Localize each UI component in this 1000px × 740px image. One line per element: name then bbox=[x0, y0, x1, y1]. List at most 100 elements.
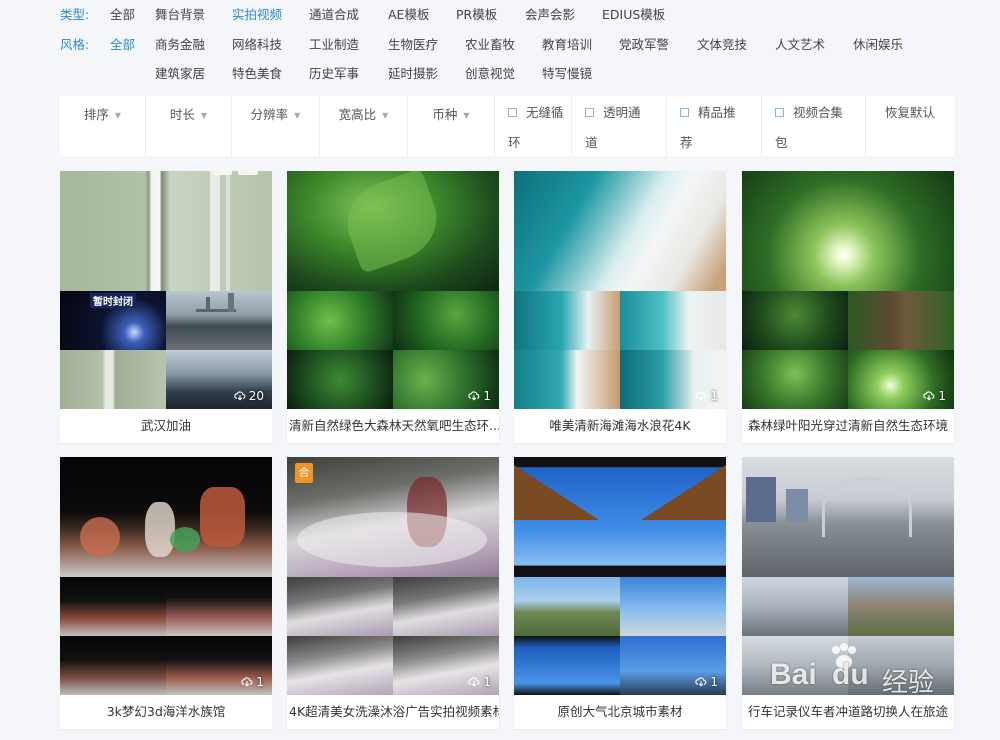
video-pack-label-1: 视频合集 bbox=[793, 105, 844, 120]
type-option-ae[interactable]: AE模板 bbox=[388, 5, 429, 25]
video-thumbnail[interactable]: 合 1 bbox=[287, 457, 499, 695]
video-title[interactable]: 清新自然绿色大森林天然氧吧生态环... bbox=[287, 409, 499, 443]
download-count-value: 20 bbox=[248, 389, 264, 403]
thumbnail-frame bbox=[166, 577, 272, 636]
thumbnail-frame bbox=[514, 577, 620, 636]
type-option-pr[interactable]: PR模板 bbox=[456, 5, 497, 25]
thumbnail-frame bbox=[287, 636, 393, 695]
featured-checkbox[interactable]: 精品推 荐 bbox=[667, 96, 762, 156]
thumbnail-frame bbox=[742, 577, 848, 636]
style-option-agri[interactable]: 农业畜牧 bbox=[465, 35, 515, 55]
download-count-value: 1 bbox=[710, 675, 718, 689]
video-thumbnail[interactable]: 1 bbox=[514, 171, 726, 409]
video-thumbnail[interactable]: 暂时封闭 20 bbox=[60, 171, 272, 409]
resolution-dropdown-label: 分辨率 bbox=[250, 107, 289, 122]
download-count: 1 bbox=[241, 675, 264, 689]
seamless-loop-checkbox[interactable]: 无缝循 环 bbox=[495, 96, 572, 156]
video-pack-checkbox[interactable]: 视频合集 包 bbox=[762, 96, 866, 156]
type-option-huisheng[interactable]: 会声会影 bbox=[525, 5, 575, 25]
reset-default-button[interactable]: 恢复默认 bbox=[866, 96, 954, 156]
video-thumbnail[interactable]: 1 bbox=[514, 457, 726, 695]
video-card[interactable]: 1 原创大气北京城市素材 bbox=[514, 457, 726, 729]
thumbnail-frame bbox=[848, 577, 954, 636]
checkbox-box[interactable] bbox=[680, 108, 689, 117]
style-option-leisure[interactable]: 休闲娱乐 bbox=[853, 35, 903, 55]
alpha-channel-label-2: 道 bbox=[585, 135, 598, 150]
video-thumbnail[interactable]: 1 bbox=[742, 171, 954, 409]
style-option-bio[interactable]: 生物医疗 bbox=[388, 35, 438, 55]
resolution-dropdown[interactable]: 分辨率 ▼ bbox=[232, 96, 320, 156]
type-option-edius[interactable]: EDIUS模板 bbox=[602, 5, 665, 25]
video-title[interactable]: 森林绿叶阳光穿过清新自然生态环境 bbox=[742, 409, 954, 443]
video-thumbnail[interactable]: 1 bbox=[287, 171, 499, 409]
checkbox-box[interactable] bbox=[508, 108, 517, 117]
style-option-tech[interactable]: 网络科技 bbox=[232, 35, 282, 55]
video-card[interactable]: 1 清新自然绿色大森林天然氧吧生态环... bbox=[287, 171, 499, 443]
video-card[interactable]: 合 1 4K超清美女洗澡沐浴广告实拍视频素材 bbox=[287, 457, 499, 729]
thumbnail-frame bbox=[848, 636, 954, 695]
video-title[interactable]: 原创大气北京城市素材 bbox=[514, 695, 726, 729]
style-option-industry[interactable]: 工业制造 bbox=[309, 35, 359, 55]
download-count: 1 bbox=[923, 389, 946, 403]
thumbnail-frame bbox=[60, 577, 166, 636]
featured-label-2: 荐 bbox=[680, 135, 693, 150]
style-option-sports[interactable]: 文体竞技 bbox=[697, 35, 747, 55]
aspect-ratio-dropdown[interactable]: 宽高比 ▼ bbox=[320, 96, 408, 156]
thumbnail-frame bbox=[393, 291, 499, 350]
style-option-history[interactable]: 历史军事 bbox=[309, 64, 359, 84]
video-title[interactable]: 4K超清美女洗澡沐浴广告实拍视频素材 bbox=[287, 695, 499, 729]
checkbox-box[interactable] bbox=[775, 108, 784, 117]
currency-dropdown-label: 币种 bbox=[432, 107, 458, 122]
style-option-architecture[interactable]: 建筑家居 bbox=[155, 64, 205, 84]
thumbnail-frame bbox=[393, 577, 499, 636]
thumbnail-frame bbox=[742, 350, 848, 409]
download-count: 20 bbox=[234, 389, 264, 403]
thumbnail-frame: 暂时封闭 bbox=[60, 291, 166, 350]
currency-dropdown[interactable]: 币种 ▼ bbox=[408, 96, 495, 156]
style-option-gov[interactable]: 党政军警 bbox=[619, 35, 669, 55]
style-option-all[interactable]: 全部 bbox=[110, 35, 135, 55]
sort-dropdown-label: 排序 bbox=[83, 107, 109, 122]
video-thumbnail[interactable] bbox=[742, 457, 954, 695]
video-card[interactable]: 暂时封闭 20 武汉加油 bbox=[60, 171, 272, 443]
type-option-live-video[interactable]: 实拍视频 bbox=[232, 5, 282, 25]
type-option-all[interactable]: 全部 bbox=[110, 5, 135, 25]
type-option-stage[interactable]: 舞台背景 bbox=[155, 5, 205, 25]
video-card[interactable]: 1 3k梦幻3d海洋水族馆 bbox=[60, 457, 272, 729]
video-card[interactable]: 1 唯美清新海滩海水浪花4K bbox=[514, 171, 726, 443]
video-thumbnail[interactable]: 1 bbox=[60, 457, 272, 695]
thumbnail-frame bbox=[287, 291, 393, 350]
alpha-channel-checkbox[interactable]: 透明通 道 bbox=[572, 96, 667, 156]
thumbnail-frame bbox=[620, 577, 726, 636]
style-option-art[interactable]: 人文艺术 bbox=[775, 35, 825, 55]
download-count: 1 bbox=[695, 389, 718, 403]
download-count-value: 1 bbox=[256, 675, 264, 689]
checkbox-box[interactable] bbox=[585, 108, 594, 117]
style-option-edu[interactable]: 教育培训 bbox=[542, 35, 592, 55]
featured-label-1: 精品推 bbox=[698, 105, 736, 120]
style-filter-row: 风格: 全部 商务金融 网络科技 工业制造 生物医疗 农业畜牧 教育培训 党政军… bbox=[0, 35, 1000, 55]
cloud-download-icon bbox=[468, 391, 480, 401]
style-option-food[interactable]: 特色美食 bbox=[232, 64, 282, 84]
video-title[interactable]: 3k梦幻3d海洋水族馆 bbox=[60, 695, 272, 729]
alpha-channel-label-1: 透明通 bbox=[603, 105, 641, 120]
style-option-business[interactable]: 商务金融 bbox=[155, 35, 205, 55]
download-count-value: 1 bbox=[938, 389, 946, 403]
video-card[interactable]: 行车记录仪车者冲道路切换人在旅途 bbox=[742, 457, 954, 729]
duration-dropdown[interactable]: 时长 ▼ bbox=[146, 96, 232, 156]
type-option-channel[interactable]: 通道合成 bbox=[309, 5, 359, 25]
style-option-creative[interactable]: 创意视觉 bbox=[465, 64, 515, 84]
seamless-loop-label-1: 无缝循 bbox=[526, 105, 564, 120]
video-card[interactable]: 1 森林绿叶阳光穿过清新自然生态环境 bbox=[742, 171, 954, 443]
sort-dropdown[interactable]: 排序 ▼ bbox=[60, 96, 146, 156]
chevron-down-icon: ▼ bbox=[114, 111, 122, 120]
sort-bar: 排序 ▼ 时长 ▼ 分辨率 ▼ 宽高比 ▼ 币种 ▼ 无缝循 环 透明通 道 精品推 荐 … bbox=[60, 96, 954, 156]
style-option-timelapse[interactable]: 延时摄影 bbox=[388, 64, 438, 84]
thumbnail-frame bbox=[287, 171, 499, 291]
download-count-value: 1 bbox=[483, 389, 491, 403]
video-title[interactable]: 唯美清新海滩海水浪花4K bbox=[514, 409, 726, 443]
thumbnail-frame bbox=[514, 350, 620, 409]
video-title[interactable]: 行车记录仪车者冲道路切换人在旅途 bbox=[742, 695, 954, 729]
video-title[interactable]: 武汉加油 bbox=[60, 409, 272, 443]
style-option-slowmo[interactable]: 特写慢镜 bbox=[542, 64, 592, 84]
